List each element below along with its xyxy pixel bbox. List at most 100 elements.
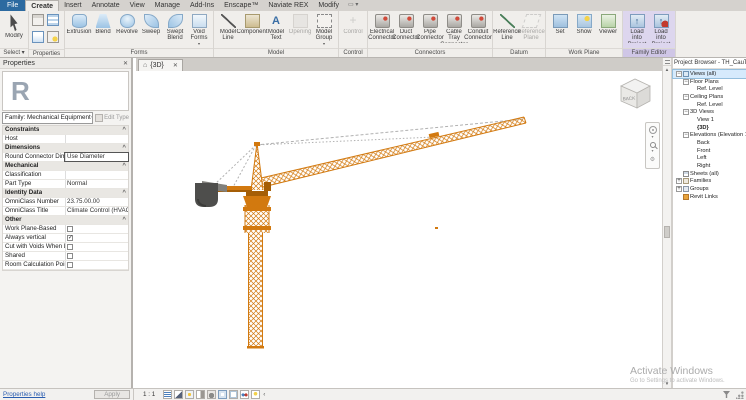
- host-value[interactable]: [65, 135, 128, 143]
- browser-item-back[interactable]: Back: [673, 139, 746, 147]
- tab-enscape[interactable]: Enscape™: [219, 0, 263, 11]
- round-connector-dimension-value[interactable]: Use Diameter: [65, 153, 128, 161]
- section-identity-data[interactable]: Identity Data^: [3, 189, 128, 198]
- tab-modify[interactable]: Modify: [313, 0, 344, 11]
- component-button[interactable]: Component: [240, 13, 264, 35]
- canvas-vertical-scrollbar[interactable]: ▲ ▼: [662, 58, 672, 388]
- modify-button[interactable]: Modify: [2, 13, 26, 39]
- set-button[interactable]: Set: [548, 13, 572, 35]
- load-into-project-and-close-button[interactable]: Load into Project and Close: [649, 13, 673, 43]
- model-text-button[interactable]: Model Text: [264, 13, 288, 42]
- conduit-connector-button[interactable]: Conduit Connector: [466, 13, 490, 42]
- ribbon-display-toggle-icon[interactable]: ▭ ▾: [344, 0, 362, 11]
- chevron-down-icon[interactable]: ▾: [651, 135, 653, 139]
- always-vertical-value[interactable]: ✓: [65, 234, 128, 242]
- classification-value[interactable]: [65, 171, 128, 179]
- shared-value[interactable]: [65, 252, 128, 260]
- browser-item-groups[interactable]: +Groups: [673, 185, 746, 193]
- steering-wheel-icon[interactable]: [649, 126, 657, 134]
- browser-item-3d[interactable]: {3D}: [673, 124, 746, 132]
- browser-item-ceiling-plans[interactable]: −Ceiling Plans: [673, 93, 746, 101]
- close-view-icon[interactable]: ✕: [173, 62, 178, 69]
- collapse-box-icon[interactable]: −: [683, 132, 689, 138]
- browser-item-families[interactable]: +Families: [673, 178, 746, 186]
- scroll-down-icon[interactable]: ▼: [663, 380, 671, 388]
- browser-item-view-1[interactable]: View 1: [673, 116, 746, 124]
- section-mechanical[interactable]: Mechanical^: [3, 162, 128, 171]
- collapse-box-icon[interactable]: −: [676, 71, 682, 77]
- blend-button[interactable]: Blend: [91, 13, 115, 35]
- reveal-hidden-elements-icon[interactable]: [251, 390, 260, 399]
- section-constraints[interactable]: Constraints^: [3, 126, 128, 135]
- work-plane-based-value[interactable]: [65, 225, 128, 233]
- browser-item-elevations-elevation-1[interactable]: −Elevations (Elevation 1): [673, 132, 746, 140]
- collapse-box-icon[interactable]: −: [683, 79, 689, 85]
- sweep-button[interactable]: Sweep: [139, 13, 163, 35]
- browser-item-3d-views[interactable]: −3D Views: [673, 108, 746, 116]
- hamburger-menu-icon[interactable]: [663, 58, 671, 66]
- zoom-tool-icon[interactable]: [650, 142, 656, 148]
- scrollbar-thumb[interactable]: [664, 226, 670, 238]
- room-calculation-point-value[interactable]: [65, 261, 128, 269]
- rendering-dialog-icon[interactable]: [207, 390, 216, 399]
- collapse-icon[interactable]: ^: [122, 189, 126, 197]
- room-calculation-point-checkbox[interactable]: [67, 262, 73, 268]
- visual-style-icon[interactable]: [174, 390, 183, 399]
- duct-connector-button[interactable]: Duct Connector: [394, 13, 418, 42]
- revolve-button[interactable]: Revolve: [115, 13, 139, 35]
- view-tab-3d[interactable]: ⌂ {3D} ✕: [138, 59, 183, 71]
- filter-icon[interactable]: [723, 391, 730, 398]
- model-line-button[interactable]: Model Line: [216, 13, 240, 42]
- family-types-grid-button[interactable]: [47, 14, 61, 28]
- tab-naviate-rex[interactable]: Naviate REX: [263, 0, 313, 11]
- crane-model[interactable]: [136, 71, 662, 388]
- work-plane-based-checkbox[interactable]: [67, 226, 73, 232]
- type-selector-dropdown[interactable]: Family: Mechanical Equipment ∨: [2, 112, 93, 124]
- browser-item-views-all[interactable]: −Views (all): [673, 70, 746, 78]
- resize-grip-icon[interactable]: [736, 391, 744, 399]
- temporary-hide-isolate-icon[interactable]: [240, 390, 249, 399]
- browser-item-floor-plans[interactable]: −Floor Plans: [673, 78, 746, 86]
- navbar-options-gear-icon[interactable]: ⚙: [650, 157, 655, 164]
- expand-box-icon[interactable]: +: [676, 186, 682, 192]
- close-properties-icon[interactable]: ✕: [123, 60, 128, 67]
- collapse-icon[interactable]: ^: [122, 144, 126, 152]
- properties-palette-button[interactable]: [32, 31, 46, 45]
- shadows-icon[interactable]: [196, 390, 205, 399]
- viewcube[interactable]: BACK: [617, 75, 655, 113]
- void-forms-button[interactable]: Void Forms▾: [187, 13, 211, 45]
- reference-line-button[interactable]: Reference Line: [495, 13, 519, 42]
- chevron-down-icon[interactable]: ▾: [651, 149, 653, 153]
- collapse-icon[interactable]: ^: [122, 162, 126, 170]
- shared-checkbox[interactable]: [67, 253, 73, 259]
- pipe-connector-button[interactable]: Pipe Connector: [418, 13, 442, 42]
- cut-with-voids-when-loaded-value[interactable]: [65, 243, 128, 251]
- browser-item-revit-links[interactable]: Revit Links: [673, 193, 746, 201]
- crop-view-icon[interactable]: [218, 390, 227, 399]
- collapse-icon[interactable]: ^: [122, 126, 126, 134]
- viewer-button[interactable]: Viewer: [596, 13, 620, 35]
- extrusion-button[interactable]: Extrusion: [67, 13, 91, 35]
- tab-add-ins[interactable]: Add-Ins: [185, 0, 219, 11]
- cut-with-voids-when-loaded-checkbox[interactable]: [67, 244, 73, 250]
- browser-item-sheets-all[interactable]: Sheets (all): [673, 170, 746, 178]
- browser-item-ref-level[interactable]: Ref. Level: [673, 85, 746, 93]
- section-dimensions[interactable]: Dimensions^: [3, 144, 128, 153]
- tab-view[interactable]: View: [125, 0, 150, 11]
- browser-item-front[interactable]: Front: [673, 147, 746, 155]
- omniclass-title-value[interactable]: Climate Control (HVAC): [65, 207, 128, 215]
- family-category-button[interactable]: [32, 14, 46, 28]
- swept-blend-button[interactable]: Swept Blend: [163, 13, 187, 42]
- tab-file[interactable]: File: [0, 0, 25, 11]
- browser-item-right[interactable]: Right: [673, 162, 746, 170]
- cable-tray-connector-button[interactable]: Cable Tray Connector: [442, 13, 466, 43]
- always-vertical-checkbox[interactable]: ✓: [67, 235, 73, 241]
- browser-item-ref-level[interactable]: Ref. Level: [673, 101, 746, 109]
- sun-path-icon[interactable]: [185, 390, 194, 399]
- show-button[interactable]: Show: [572, 13, 596, 35]
- detail-level-icon[interactable]: [163, 390, 172, 399]
- view-control-overflow[interactable]: ‹: [263, 391, 265, 398]
- collapse-icon[interactable]: ^: [122, 216, 126, 224]
- collapse-box-icon[interactable]: −: [683, 109, 689, 115]
- model-group-button[interactable]: Model Group▾: [312, 13, 336, 45]
